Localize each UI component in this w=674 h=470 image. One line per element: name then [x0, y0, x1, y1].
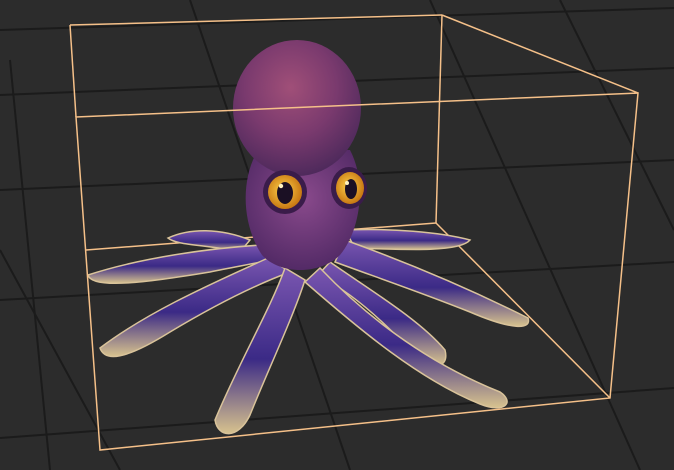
left-eye: [263, 170, 307, 214]
3d-viewport[interactable]: [0, 0, 674, 470]
right-eye: [331, 167, 367, 209]
